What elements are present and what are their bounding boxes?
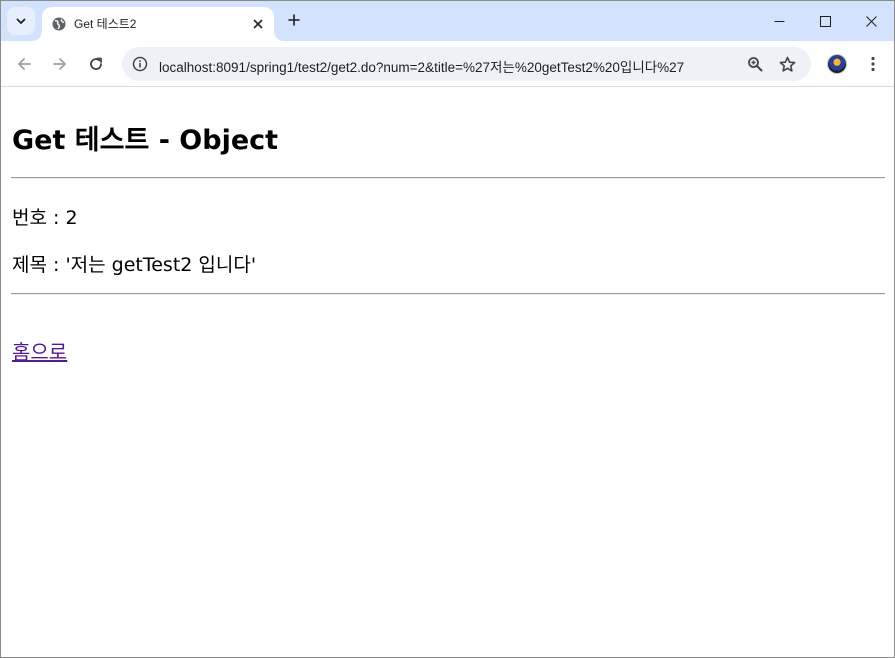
forward-arrow-icon [53,58,66,70]
page-content: Get 테스트 - Object 번호 : 2 제목 : '저는 getTest… [1,88,894,657]
reload-icon [90,57,102,70]
close-window-button[interactable] [848,1,894,41]
more-vert-icon [871,56,875,72]
tab-close-button[interactable] [247,13,269,35]
address-bar[interactable]: localhost:8091/spring1/test2/get2.do?num… [122,47,811,81]
avatar[interactable] [827,54,847,74]
minimize-icon [774,20,784,22]
close-icon [253,19,263,29]
plus-icon [288,14,300,26]
tab-strip: Get 테스트2 [1,1,894,41]
menu-button[interactable] [859,50,887,78]
title-line: 제목 : '저는 getTest2 입니다' [12,254,257,276]
reload-button[interactable] [82,50,110,78]
page-title: Get 테스트 - Object [12,125,279,156]
forward-button[interactable] [46,50,74,78]
globe-icon [51,16,67,32]
minimize-button[interactable] [756,1,802,41]
divider [11,177,885,179]
bookmark-button[interactable] [775,52,799,76]
chevron-down-icon [15,12,27,31]
close-icon [865,15,877,27]
zoom-button[interactable] [743,52,767,76]
url-text[interactable]: localhost:8091/spring1/test2/get2.do?num… [159,56,684,76]
new-tab-button[interactable] [282,8,306,32]
back-button[interactable] [10,50,38,78]
tab-search-button[interactable] [7,7,35,35]
zoom-icon [748,57,763,72]
back-arrow-icon [18,58,31,70]
info-icon [132,56,148,72]
tab-active[interactable]: Get 테스트2 [42,7,274,41]
site-info-button[interactable] [128,52,152,76]
maximize-icon [819,15,831,27]
divider [11,293,885,295]
home-link[interactable]: 홈으로 [12,336,67,365]
browser-toolbar: localhost:8091/spring1/test2/get2.do?num… [1,41,894,87]
browser-window: Get 테스트2 localhost:8091/spring1/test2/ge… [0,0,895,658]
tab-title: Get 테스트2 [74,17,137,31]
number-line: 번호 : 2 [12,207,78,229]
star-icon [779,56,795,72]
maximize-button[interactable] [802,1,848,41]
